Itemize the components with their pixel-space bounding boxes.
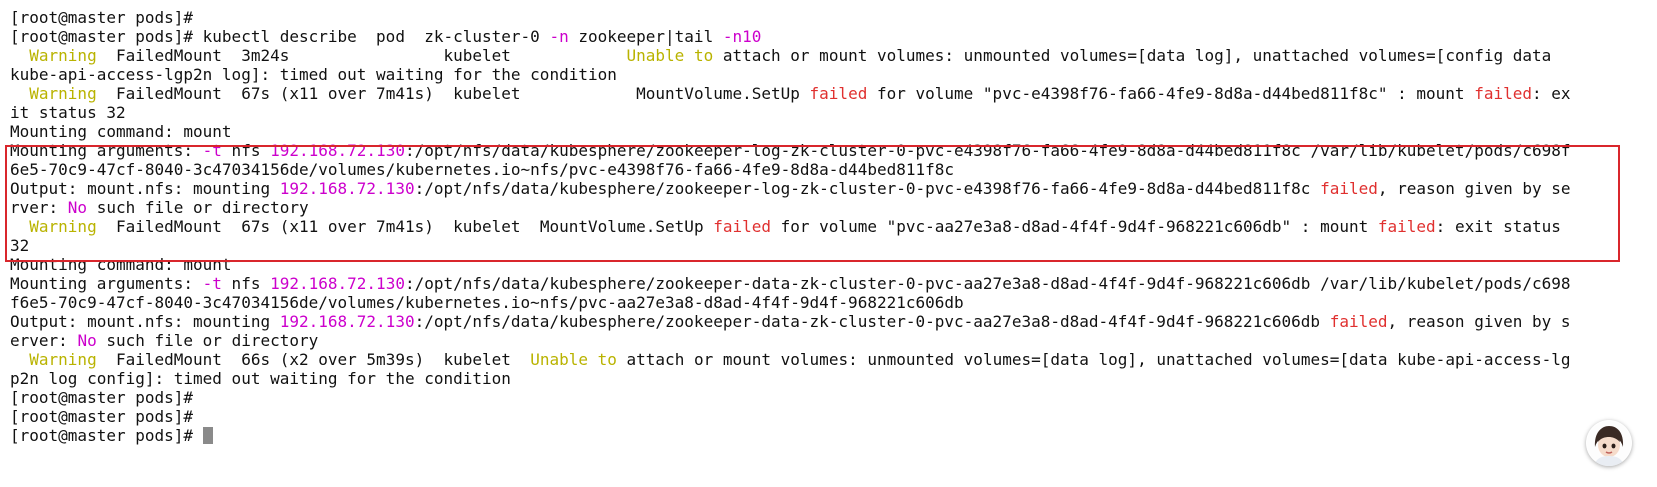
terminal-segment: , reason given by s (1387, 312, 1571, 331)
terminal-segment: failed (1320, 179, 1378, 198)
terminal-segment: FailedMount 3m24s kubelet (96, 46, 627, 65)
terminal-segment (10, 350, 29, 369)
terminal-cursor (202, 427, 213, 444)
terminal-line: Warning FailedMount 66s (x2 over 5m39s) … (10, 350, 1650, 369)
terminal-line: Output: mount.nfs: mounting 192.168.72.1… (10, 312, 1650, 331)
terminal-segment: FailedMount 66s (x2 over 5m39s) kubelet (96, 350, 531, 369)
terminal-segment: FailedMount 67s (x11 over 7m41s) kubelet… (96, 217, 714, 236)
terminal-segment: No (77, 331, 97, 350)
terminal-segment: rver: (10, 198, 68, 217)
terminal-line: Mounting arguments: -t nfs 192.168.72.13… (10, 141, 1650, 160)
terminal-segment: [root@master pods]# (10, 8, 194, 27)
terminal-segment: such file or directory (96, 331, 319, 350)
terminal-segment: for volume "pvc-e4398f76-fa66-4fe9-8d8a-… (867, 84, 1475, 103)
terminal-segment: :/opt/nfs/data/kubesphere/zookeeper-log-… (414, 179, 1321, 198)
terminal-line: Mounting command: mount (10, 255, 1650, 274)
terminal-line: 32 (10, 236, 1650, 255)
terminal-segment: nfs (221, 274, 271, 293)
terminal-segment: FailedMount 67s (x11 over 7m41s) kubelet… (96, 84, 810, 103)
terminal-line: [root@master pods]# (10, 426, 1650, 445)
terminal-segment: erver: (10, 331, 78, 350)
terminal-segment: Output: mount.nfs: mounting (10, 312, 280, 331)
terminal-segment: it status 32 (10, 103, 126, 122)
terminal-segment: No (67, 198, 88, 217)
terminal-line: 6e5-70c9-47cf-8040-3c47034156de/volumes/… (10, 160, 1650, 179)
terminal-line: rver: No such file or directory (10, 198, 1650, 217)
terminal-line: Warning FailedMount 67s (x11 over 7m41s)… (10, 217, 1650, 236)
terminal-segment: [root@master pods]# kubectl describe pod… (10, 27, 550, 46)
terminal-segment: zookeeper|tail (568, 27, 723, 46)
terminal-segment (10, 46, 29, 65)
terminal-segment: -n (549, 27, 569, 46)
avatar-icon[interactable] (1586, 420, 1632, 466)
terminal-segment: :/opt/nfs/data/kubesphere/zookeeper-log-… (404, 141, 1571, 160)
terminal-line: p2n log config]: timed out waiting for t… (10, 369, 1650, 388)
terminal-line: [root@master pods]# (10, 388, 1650, 407)
terminal-segment: [root@master pods]# (10, 407, 194, 426)
terminal-line: [root@master pods]# (10, 8, 1650, 27)
terminal-line: Mounting arguments: -t nfs 192.168.72.13… (10, 274, 1650, 293)
terminal-segment (10, 84, 29, 103)
terminal-line: Warning FailedMount 67s (x11 over 7m41s)… (10, 84, 1650, 103)
terminal-segment: 192.168.72.130 (279, 179, 415, 198)
terminal-line: Warning FailedMount 3m24s kubelet Unable… (10, 46, 1650, 65)
terminal-segment: failed (1329, 312, 1388, 331)
terminal-segment: , reason given by se (1377, 179, 1571, 198)
terminal-segment: :/opt/nfs/data/kubesphere/zookeeper-data… (404, 274, 1571, 293)
terminal-segment: Unable to (530, 350, 617, 369)
terminal-line: Output: mount.nfs: mounting 192.168.72.1… (10, 179, 1650, 198)
terminal-line: [root@master pods]# kubectl describe pod… (10, 27, 1650, 46)
terminal-segment: p2n log config]: timed out waiting for t… (10, 369, 511, 388)
terminal-line: kube-api-access-lgp2n log]: timed out wa… (10, 65, 1650, 84)
terminal-line: it status 32 (10, 103, 1650, 122)
terminal-segment: failed (1377, 217, 1436, 236)
terminal-segment: 6e5-70c9-47cf-8040-3c47034156de/volumes/… (10, 160, 955, 179)
terminal-segment: failed (1474, 84, 1532, 103)
terminal-segment: for volume "pvc-aa27e3a8-d8ad-4f4f-9d4f-… (771, 217, 1378, 236)
terminal-segment: Output: mount.nfs: mounting (10, 179, 280, 198)
terminal-line: erver: No such file or directory (10, 331, 1650, 350)
terminal-segment: : exit status (1435, 217, 1561, 236)
terminal-segment: Mounting command: mount (10, 122, 232, 141)
terminal-segment: 192.168.72.130 (270, 274, 405, 293)
terminal-segment: :/opt/nfs/data/kubesphere/zookeeper-data… (414, 312, 1330, 331)
terminal-segment: failed (809, 84, 868, 103)
terminal-segment (10, 217, 29, 236)
terminal-segment: nfs (221, 141, 271, 160)
terminal-segment: Warning (29, 350, 97, 369)
terminal-segment: -t (202, 274, 222, 293)
terminal-segment: -t (202, 141, 222, 160)
terminal-line: [root@master pods]# (10, 407, 1650, 426)
terminal-segment: -n10 (722, 27, 762, 46)
terminal-segment: Mounting arguments: (10, 274, 203, 293)
terminal-segment: [root@master pods]# (10, 426, 203, 445)
terminal-segment: Unable to (626, 46, 714, 65)
terminal-segment: such file or directory (87, 198, 309, 217)
terminal-segment: kube-api-access-lgp2n log]: timed out wa… (10, 65, 617, 84)
terminal-segment: failed (713, 217, 771, 236)
terminal-line: f6e5-70c9-47cf-8040-3c47034156de/volumes… (10, 293, 1650, 312)
terminal-segment: 192.168.72.130 (270, 141, 405, 160)
terminal-segment: Warning (29, 46, 97, 65)
terminal-segment: Warning (29, 217, 97, 236)
terminal-segment: 192.168.72.130 (279, 312, 415, 331)
terminal-segment: f6e5-70c9-47cf-8040-3c47034156de/volumes… (10, 293, 964, 312)
terminal-segment: Mounting command: mount (10, 255, 232, 274)
terminal-output[interactable]: [root@master pods]# [root@master pods]# k… (10, 8, 1650, 445)
terminal-segment: [root@master pods]# (10, 388, 194, 407)
terminal-segment: attach or mount volumes: unmounted volum… (713, 46, 1552, 65)
terminal-line: Mounting command: mount (10, 122, 1650, 141)
terminal-segment: Mounting arguments: (10, 141, 203, 160)
terminal-segment: : ex (1532, 84, 1571, 103)
terminal-segment: 32 (10, 236, 30, 255)
terminal-segment: Warning (29, 84, 97, 103)
terminal-segment: attach or mount volumes: unmounted volum… (616, 350, 1571, 369)
